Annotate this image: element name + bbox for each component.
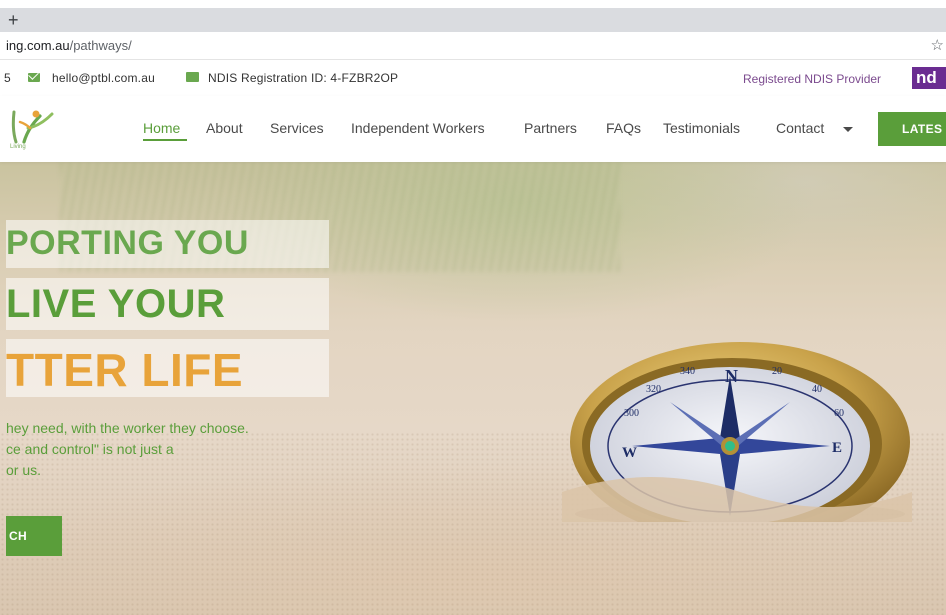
compass-letter-e: E (832, 440, 842, 456)
url-path: /pathways/ (69, 38, 132, 53)
email-link[interactable]: hello@ptbl.com.au (52, 71, 155, 85)
headline-line-2: LIVE YOUR (6, 282, 226, 326)
hero-subtext-line-1: hey need, with the worker they choose. (6, 420, 249, 436)
logo-figure-icon (11, 110, 54, 144)
ndis-registration-id: NDIS Registration ID: 4-FZBR2OP (208, 71, 399, 85)
compass-degree-60: 60 (834, 408, 844, 419)
compass-letter-w: W (622, 445, 637, 461)
compass-degree-20: 20 (772, 366, 782, 377)
browser-tab-bar: + (0, 8, 946, 32)
nav-active-underline (143, 139, 187, 141)
latest-button[interactable]: LATES (878, 112, 946, 146)
compass-pivot-gem (725, 441, 735, 451)
headline-line-1-box: PORTING YOU (6, 220, 329, 268)
main-navigation: Living Home About Services Independent W… (0, 96, 946, 162)
address-bar[interactable]: ing.com.au/pathways/ ☆ (0, 32, 946, 60)
compass-degree-40: 40 (812, 384, 822, 395)
compass-image: N E W 340 20 40 60 320 300 (562, 342, 912, 522)
hero-cta-button[interactable]: CH (6, 516, 62, 556)
phone-number[interactable]: 5 (4, 71, 11, 85)
logo-caption: Living (10, 144, 26, 150)
site-logo[interactable]: Living (0, 102, 60, 154)
nav-about[interactable]: About (206, 120, 243, 136)
id-card-icon (186, 72, 199, 82)
compass-letter-n: N (725, 366, 738, 386)
nav-partners[interactable]: Partners (524, 120, 577, 136)
hero-subtext-line-3: or us. (6, 462, 42, 478)
nav-home[interactable]: Home (143, 120, 180, 136)
headline-line-1: PORTING YOU (6, 224, 249, 262)
registered-provider-label: Registered NDIS Provider (743, 72, 882, 86)
nav-independent-workers[interactable]: Independent Workers (351, 120, 485, 136)
chevron-down-icon[interactable] (843, 127, 853, 132)
headline-line-3-box: TTER LIFE (6, 339, 329, 397)
url-text[interactable]: ing.com.au/pathways/ (6, 38, 132, 53)
new-tab-button[interactable]: + (8, 9, 19, 31)
headline-line-2-box: LIVE YOUR (6, 278, 329, 330)
bookmark-star-icon[interactable]: ☆ (931, 36, 944, 54)
headline-line-3: TTER LIFE (6, 344, 244, 396)
email-icon (28, 73, 40, 82)
nav-faqs[interactable]: FAQs (606, 120, 641, 136)
compass-degree-300: 300 (624, 408, 639, 419)
top-info-bar: 5 hello@ptbl.com.au NDIS Registration ID… (0, 60, 946, 96)
hero-section: PORTING YOU LIVE YOUR TTER LIFE hey need… (0, 162, 946, 615)
url-host: ing.com.au (6, 38, 70, 53)
browser-page: + ing.com.au/pathways/ ☆ 5 hello@ptbl.co… (0, 0, 946, 615)
nav-contact[interactable]: Contact (776, 120, 824, 136)
hero-subtext-line-2: ce and control" is not just a (6, 441, 174, 457)
nav-testimonials[interactable]: Testimonials (663, 120, 740, 136)
compass-degree-320: 320 (646, 384, 661, 395)
ndis-logo[interactable]: nd (912, 67, 946, 89)
nav-services[interactable]: Services (270, 120, 324, 136)
compass-degree-340: 340 (680, 366, 695, 377)
